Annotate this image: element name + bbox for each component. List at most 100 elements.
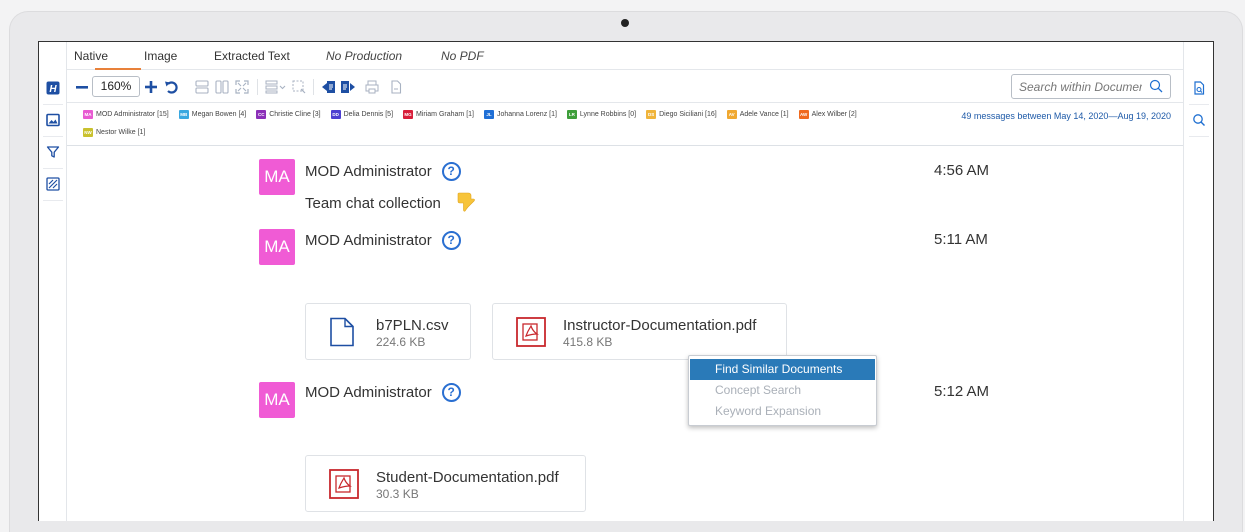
participant-badge: AW (798, 110, 809, 119)
attachment-card[interactable]: Student-Documentation.pdf 30.3 KB (305, 455, 586, 512)
author-name: MOD Administrator (305, 384, 432, 401)
fit-height-icon[interactable] (195, 79, 209, 95)
participant-badge: DS (646, 110, 657, 119)
participant-name: Nestor Wilke [1] (96, 129, 146, 136)
redaction-icon[interactable] (45, 176, 61, 192)
participant-badge: CC (256, 110, 267, 119)
tab-native[interactable]: Native (74, 49, 108, 63)
attachment-size: 415.8 KB (563, 335, 613, 349)
search-icon[interactable] (1149, 79, 1163, 98)
participant-name: Johanna Lorenz [1] (496, 111, 557, 118)
message-author: MOD Administrator ? (305, 383, 461, 402)
fullscreen-icon[interactable] (235, 79, 249, 95)
participant-name: Adele Vance [1] (739, 111, 789, 118)
participant-chip[interactable]: AV Adele Vance [1] (726, 110, 789, 119)
participants-list: MA MOD Administrator [15] MB Megan Bowen [4… (83, 110, 913, 137)
menu-item-concept-search: Concept Search (715, 383, 802, 397)
help-icon[interactable]: ? (441, 383, 461, 402)
message-time: 5:11 AM (934, 231, 988, 248)
participant-badge: JL (483, 110, 494, 119)
attachment-card[interactable]: b7PLN.csv 224.6 KB (305, 303, 471, 360)
previous-document-icon[interactable] (321, 79, 337, 95)
participant-badge: MB (178, 110, 189, 119)
svg-text:H: H (49, 84, 57, 95)
menu-item-find-similar-documents[interactable]: Find Similar Documents (690, 359, 875, 380)
participant-chip[interactable]: LR Lynne Robbins [0] (566, 110, 637, 119)
document-search-box (1011, 74, 1171, 99)
participant-name: MOD Administrator [15] (96, 111, 169, 118)
message-author: MOD Administrator ? (305, 162, 461, 181)
select-area-icon[interactable] (292, 79, 306, 95)
context-menu: Find Similar Documents Concept Search Ke… (688, 355, 877, 426)
participant-chip[interactable]: MB Megan Bowen [4] (178, 110, 247, 119)
participant-chip[interactable]: AW Alex Wilber [2] (798, 110, 857, 119)
help-icon[interactable]: ? (441, 231, 461, 250)
active-tab-indicator (95, 68, 141, 70)
participant-chip[interactable]: DD Delia Dennis [5] (330, 110, 393, 119)
participant-badge: DD (330, 110, 341, 119)
rotate-icon[interactable] (164, 79, 178, 95)
participant-chip[interactable]: MA MOD Administrator [15] (83, 110, 169, 119)
right-sidebar (1183, 42, 1213, 521)
document-icon (329, 317, 355, 352)
print-icon[interactable] (365, 79, 379, 95)
avatar: MA (259, 382, 295, 418)
document-viewer: H Native Image Extracted Text No Product… (38, 41, 1214, 521)
view-tabs: Native Image Extracted Text No Productio… (67, 42, 1183, 70)
participant-badge: NW (83, 128, 93, 137)
chat-transcript: MA MOD Administrator ? 4:56 AM Team chat… (67, 147, 1183, 521)
left-sidebar: H (39, 42, 67, 521)
zoom-level-input[interactable]: 160% (92, 76, 140, 97)
tab-image[interactable]: Image (144, 49, 177, 63)
participant-name: Alex Wilber [2] (811, 111, 857, 118)
participant-badge: MA (83, 110, 93, 119)
image-thumbnail-icon[interactable] (45, 112, 61, 128)
participant-chip[interactable]: NW Nestor Wilke [1] (83, 128, 145, 137)
attachment-name: Instructor-Documentation.pdf (563, 317, 757, 334)
zoom-out-icon[interactable] (76, 79, 88, 95)
participant-badge: AV (726, 110, 737, 119)
tab-extracted-text[interactable]: Extracted Text (214, 49, 290, 63)
attachment-name: Student-Documentation.pdf (376, 469, 559, 486)
page-layout-dropdown-icon[interactable] (265, 79, 287, 95)
attachment-size: 224.6 KB (376, 335, 426, 349)
avatar: MA (259, 229, 295, 265)
tab-no-production[interactable]: No Production (326, 49, 402, 63)
message-time: 4:56 AM (934, 162, 990, 179)
author-name: MOD Administrator (305, 232, 432, 249)
avatar: MA (259, 159, 295, 195)
participant-name: Miriam Graham [1] (416, 111, 474, 118)
document-search-icon[interactable] (1191, 80, 1207, 96)
help-icon[interactable]: ? (441, 162, 461, 181)
attachment-card[interactable]: Instructor-Documentation.pdf 415.8 KB (492, 303, 787, 360)
participant-chip[interactable]: CC Christie Cline [3] (256, 110, 321, 119)
participant-chip[interactable]: DS Diego Siciliani [16] (646, 110, 717, 119)
search-icon[interactable] (1191, 112, 1207, 128)
message-text: Team chat collection (305, 190, 477, 216)
message-count-summary: 49 messages between May 14, 2020—Aug 19,… (961, 111, 1171, 121)
message-time: 5:12 AM (934, 383, 990, 400)
highlight-icon[interactable]: H (45, 80, 61, 96)
pdf-icon (516, 317, 546, 352)
participant-chip[interactable]: MG Miriam Graham [1] (403, 110, 474, 119)
participant-name: Lynne Robbins [0] (579, 111, 637, 118)
attachment-size: 30.3 KB (376, 487, 419, 501)
search-within-document-input[interactable] (1012, 75, 1142, 98)
author-name: MOD Administrator (305, 163, 432, 180)
participant-name: Christie Cline [3] (269, 111, 321, 118)
next-document-icon[interactable] (340, 79, 356, 95)
pdf-icon (329, 469, 359, 504)
fit-width-icon[interactable] (215, 79, 229, 95)
menu-item-keyword-expansion: Keyword Expansion (715, 404, 822, 418)
participants-bar: MA MOD Administrator [15] MB Megan Bowen [4… (67, 104, 1183, 146)
participant-name: Megan Bowen [4] (191, 111, 247, 118)
camera-dot (621, 19, 629, 27)
zoom-in-icon[interactable] (145, 79, 157, 95)
participant-name: Diego Siciliani [16] (659, 111, 717, 118)
participant-badge: MG (403, 110, 414, 119)
download-document-icon[interactable] (389, 79, 403, 95)
pointing-down-hand-icon (455, 190, 477, 216)
filter-icon[interactable] (45, 144, 61, 160)
participant-chip[interactable]: JL Johanna Lorenz [1] (483, 110, 557, 119)
tab-no-pdf[interactable]: No PDF (441, 49, 484, 63)
